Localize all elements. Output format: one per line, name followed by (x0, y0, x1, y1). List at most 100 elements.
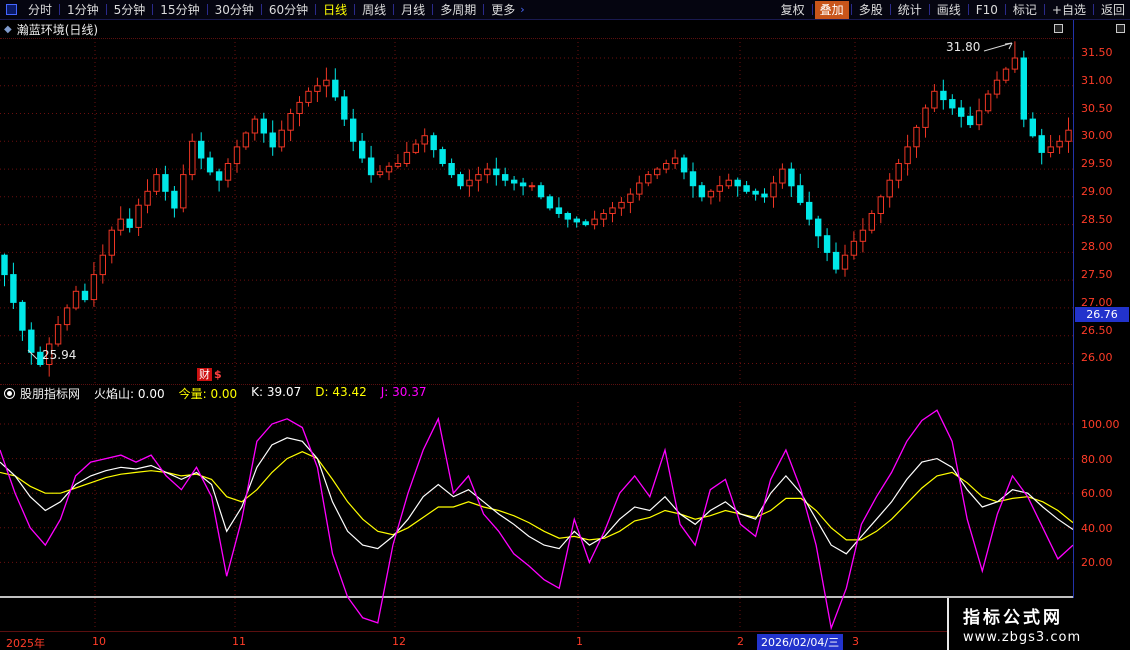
price-axis-label: 28.50 (1081, 213, 1113, 226)
toolbar-separator (432, 4, 433, 15)
high-arrow-icon (982, 40, 1016, 54)
timeline-month: 11 (232, 635, 246, 648)
price-axis-label: 30.00 (1081, 129, 1113, 142)
indicator-value: D: 43.42 (315, 385, 366, 402)
price-axis-label: 27.50 (1081, 268, 1113, 281)
candlestick-chart[interactable] (0, 38, 1073, 384)
stock-badge-icon: ◆ (4, 24, 12, 35)
tool-buttons: 复权叠加多股统计画线 F10 标记 +自选返回 (776, 1, 1130, 19)
candles (2, 41, 1071, 376)
indicator-header: 股朋指标网 火焰山: 0.00 今量: 0.00 K: 39.07 D: 43.42 J… (0, 385, 426, 402)
toolbar-separator (152, 4, 153, 15)
indicator-value: 今量: 0.00 (179, 385, 238, 402)
toolbar-separator (106, 4, 107, 15)
tool-button[interactable]: 返回 (1096, 1, 1130, 19)
period-tab[interactable]: 5分钟 (109, 1, 151, 19)
news-badge-icon[interactable]: 财 (197, 368, 212, 381)
brand-logo-icon (4, 388, 15, 399)
period-tab[interactable]: 1分钟 (62, 1, 104, 19)
more-arrow-icon: › (520, 3, 528, 16)
price-axis-label: 26.50 (1081, 324, 1113, 337)
price-axis-label: 29.00 (1081, 185, 1113, 198)
d-line (0, 452, 1073, 540)
price-axis-label: 31.50 (1081, 46, 1113, 59)
period-tab[interactable]: 周线 (357, 1, 391, 19)
period-tabs: 分时 1分钟 5分钟15分钟 30分钟 60分钟日线周线月线多周期更多› (23, 1, 529, 19)
watermark: 指标公式网 www.zbgs3.com (947, 598, 1130, 650)
kdj-indicator-chart[interactable] (0, 402, 1073, 630)
announcement-icon: $ (214, 368, 222, 381)
tool-button[interactable]: 统计 (893, 1, 927, 19)
tool-button[interactable]: 画线 (932, 1, 966, 19)
stock-title: 瀚蓝环境(日线) (17, 21, 98, 38)
tool-button[interactable]: +自选 (1047, 1, 1091, 19)
tool-button[interactable]: 标记 (1008, 1, 1042, 19)
layout-icon[interactable] (1116, 24, 1125, 33)
period-tab[interactable]: 更多 (486, 1, 520, 19)
indicator-values: 火焰山: 0.00 今量: 0.00 K: 39.07 D: 43.42 J: 30.3… (94, 385, 426, 402)
tool-button[interactable]: 多股 (854, 1, 888, 19)
toolbar-separator (1044, 4, 1045, 15)
brand-name: 股朋指标网 (20, 385, 80, 402)
price-axis-label: 28.00 (1081, 240, 1113, 253)
low-price-annotation: 25.94 (26, 348, 76, 362)
toolbar-separator (890, 4, 891, 15)
toolbar-separator (59, 4, 60, 15)
title-bar: ◆ 瀚蓝环境(日线) (0, 20, 1073, 38)
chart-window-icon[interactable] (1054, 24, 1063, 33)
indicator-value: J: 30.37 (381, 385, 427, 402)
high-price-annotation: 31.80 (946, 40, 1016, 54)
tool-button[interactable]: F10 (971, 1, 1003, 19)
low-arrow-icon (26, 348, 40, 362)
watermark-title: 指标公式网 (963, 603, 1130, 628)
price-gridlines (0, 38, 1073, 384)
indicator-value: K: 39.07 (251, 385, 301, 402)
timeline-month: 12 (392, 635, 406, 648)
timeline-month: 3 (852, 635, 859, 648)
price-axis-label: 26.00 (1081, 351, 1113, 364)
toolbar-separator (812, 4, 813, 15)
indicator-axis-label: 80.00 (1081, 453, 1113, 466)
indicator-axis-label: 100.00 (1081, 418, 1120, 431)
period-tab[interactable]: 分时 (23, 1, 57, 19)
indicator-axis-label: 60.00 (1081, 487, 1113, 500)
toolbar-separator (393, 4, 394, 15)
toolbar-separator (851, 4, 852, 15)
indicator-gridlines (0, 402, 1073, 630)
tool-button[interactable]: 叠加 (815, 1, 849, 19)
timeline-month: 1 (576, 635, 583, 648)
toolbar: 分时 1分钟 5分钟15分钟 30分钟 60分钟日线周线月线多周期更多› 复权叠加多股统… (0, 0, 1130, 20)
tool-button[interactable]: 复权 (776, 1, 810, 19)
price-axis-label: 29.50 (1081, 157, 1113, 170)
toolbar-separator (1093, 4, 1094, 15)
period-tab[interactable]: 60分钟 (264, 1, 313, 19)
price-axis-label: 30.50 (1081, 102, 1113, 115)
period-tab[interactable]: 15分钟 (155, 1, 204, 19)
price-axis-label: 31.00 (1081, 74, 1113, 87)
indicator-axis-label: 40.00 (1081, 522, 1113, 535)
period-tab[interactable]: 日线 (318, 1, 352, 19)
toolbar-separator (315, 4, 316, 15)
period-tab[interactable]: 30分钟 (210, 1, 259, 19)
trading-app: 分时 1分钟 5分钟15分钟 30分钟 60分钟日线周线月线多周期更多› 复权叠加多股统… (0, 0, 1130, 650)
price-axis: 31.50 31.00 30.50 30.00 29.50 29.00 28.50 28.00… (1073, 20, 1130, 631)
toolbar-separator (968, 4, 969, 15)
timeline-month: 10 (92, 635, 106, 648)
current-price-tag: 26.76 (1075, 307, 1129, 322)
timeline-current-date: 2026/02/04/三 (757, 634, 843, 650)
toolbar-separator (929, 4, 930, 15)
low-price-label: 25.94 (42, 348, 76, 362)
indicator-axis-label: 20.00 (1081, 556, 1113, 569)
period-tab[interactable]: 多周期 (435, 1, 481, 19)
timeline-year: 2025年 (6, 635, 45, 650)
news-marker[interactable]: 财 $ (197, 368, 222, 381)
timeline-month: 2 (737, 635, 744, 648)
high-price-label: 31.80 (946, 40, 980, 54)
brand: 股朋指标网 (4, 385, 80, 402)
indicator-value: 火焰山: 0.00 (94, 385, 165, 402)
period-tab[interactable]: 月线 (396, 1, 430, 19)
k-line (0, 438, 1073, 554)
toolbar-separator (207, 4, 208, 15)
toolbar-separator (354, 4, 355, 15)
app-icon[interactable] (6, 4, 17, 15)
